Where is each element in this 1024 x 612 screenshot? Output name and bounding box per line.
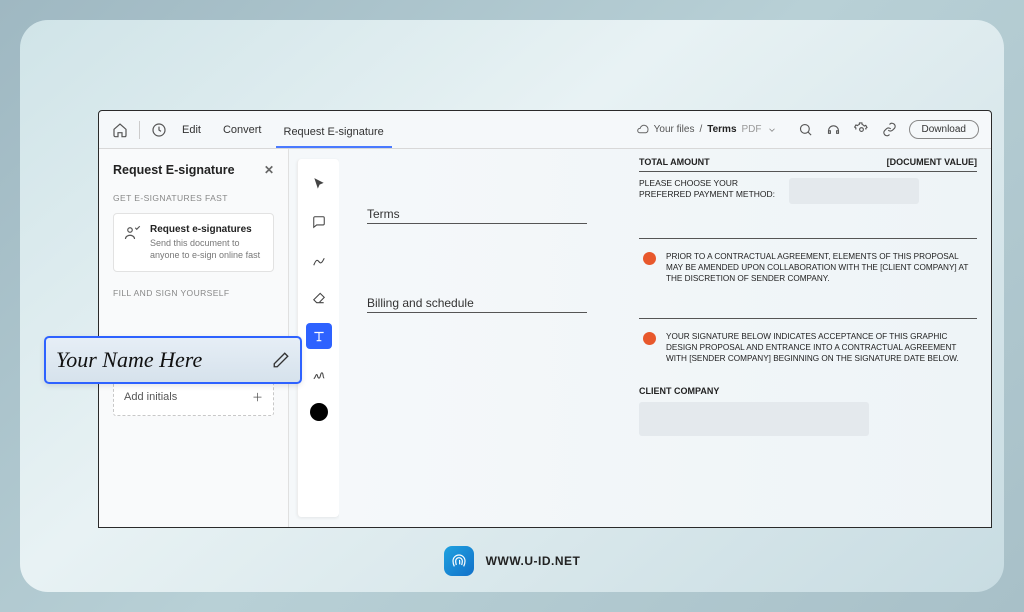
document-viewport[interactable]: Terms Billing and schedule TOTAL AMOUNT … — [339, 149, 991, 527]
topbar-right-icons: Download — [797, 120, 979, 139]
bullet-dot-icon — [643, 252, 656, 265]
breadcrumb-current: Terms — [707, 124, 736, 135]
close-panel-button[interactable]: ✕ — [264, 163, 274, 177]
cursor-tool[interactable] — [306, 171, 332, 197]
footer-site: WWW.U-ID.NET — [486, 554, 581, 568]
tool-strip — [297, 159, 339, 517]
pencil-icon[interactable] — [272, 351, 290, 369]
total-amount-row: TOTAL AMOUNT [DOCUMENT VALUE] — [639, 153, 977, 172]
doc-left-column: Terms Billing and schedule — [367, 207, 587, 313]
settings-icon[interactable] — [853, 121, 871, 139]
total-amount-value: [DOCUMENT VALUE] — [887, 157, 977, 167]
link-icon[interactable] — [881, 121, 899, 139]
panel-title: Request E-signature — [113, 163, 235, 177]
section-rule — [367, 223, 587, 224]
divider — [139, 121, 140, 139]
payment-row: PLEASE CHOOSE YOUR PREFERRED PAYMENT MET… — [639, 172, 977, 208]
promo-card: Edit Convert Request E-signature Your fi… — [20, 20, 1004, 592]
bullet-dot-icon — [643, 332, 656, 345]
download-button[interactable]: Download — [909, 120, 979, 139]
breadcrumb-type: PDF — [742, 124, 762, 135]
cloud-icon — [636, 123, 649, 136]
add-initials-button[interactable]: Add initials ＋ — [113, 378, 274, 416]
search-icon[interactable] — [797, 121, 815, 139]
section-self-label: FILL AND SIGN YOURSELF — [113, 288, 274, 298]
home-icon[interactable] — [111, 121, 129, 139]
section-billing-heading: Billing and schedule — [367, 296, 587, 310]
color-picker[interactable] — [310, 403, 328, 421]
term-text-2: YOUR SIGNATURE BELOW INDICATES ACCEPTANC… — [666, 331, 973, 364]
term-block-1: PRIOR TO A CONTRACTUAL AGREEMENT, ELEMEN… — [639, 238, 977, 292]
comment-tool[interactable] — [306, 209, 332, 235]
add-initials-label: Add initials — [124, 391, 177, 403]
topbar: Edit Convert Request E-signature Your fi… — [99, 111, 991, 149]
section-rule — [367, 312, 587, 313]
doc-right-column: TOTAL AMOUNT [DOCUMENT VALUE] PLEASE CHO… — [639, 153, 977, 436]
section-terms-heading: Terms — [367, 207, 587, 221]
panel-title-row: Request E-signature ✕ — [113, 163, 274, 177]
card-desc: Send this document to anyone to e-sign o… — [150, 238, 263, 261]
breadcrumb-root: Your files — [654, 124, 695, 135]
chevron-down-icon[interactable] — [767, 125, 777, 135]
history-icon[interactable] — [150, 121, 168, 139]
eraser-tool[interactable] — [306, 285, 332, 311]
plus-icon: ＋ — [252, 389, 263, 405]
client-company-field[interactable] — [639, 402, 869, 436]
signature-tool[interactable] — [306, 361, 332, 387]
signature-placeholder-text: Your Name Here — [56, 347, 202, 373]
term-text-1: PRIOR TO A CONTRACTUAL AGREEMENT, ELEMEN… — [666, 251, 973, 284]
breadcrumb[interactable]: Your files / Terms PDF — [636, 123, 777, 136]
breadcrumb-sep: / — [699, 124, 702, 135]
headphones-icon[interactable] — [825, 121, 843, 139]
signature-input-box[interactable]: Your Name Here — [44, 336, 302, 384]
menu-edit[interactable]: Edit — [174, 120, 209, 140]
footer: WWW.U-ID.NET — [20, 546, 1004, 576]
card-title: Request e-signatures — [150, 224, 263, 235]
section-fast-label: GET E-SIGNATURES FAST — [113, 193, 274, 203]
client-company-label: CLIENT COMPANY — [639, 386, 977, 396]
total-amount-label: TOTAL AMOUNT — [639, 157, 887, 167]
term-block-2: YOUR SIGNATURE BELOW INDICATES ACCEPTANC… — [639, 318, 977, 372]
menu-request-esignature[interactable]: Request E-signature — [276, 122, 392, 148]
menu-convert[interactable]: Convert — [215, 120, 270, 140]
people-sign-icon — [124, 224, 142, 242]
fingerprint-badge-icon — [444, 546, 474, 576]
payment-field[interactable] — [789, 178, 919, 204]
text-tool[interactable] — [306, 323, 332, 349]
request-esignatures-card[interactable]: Request e-signatures Send this document … — [113, 213, 274, 272]
payment-label: PLEASE CHOOSE YOUR PREFERRED PAYMENT MET… — [639, 178, 789, 204]
app-window: Edit Convert Request E-signature Your fi… — [98, 110, 992, 528]
draw-tool[interactable] — [306, 247, 332, 273]
